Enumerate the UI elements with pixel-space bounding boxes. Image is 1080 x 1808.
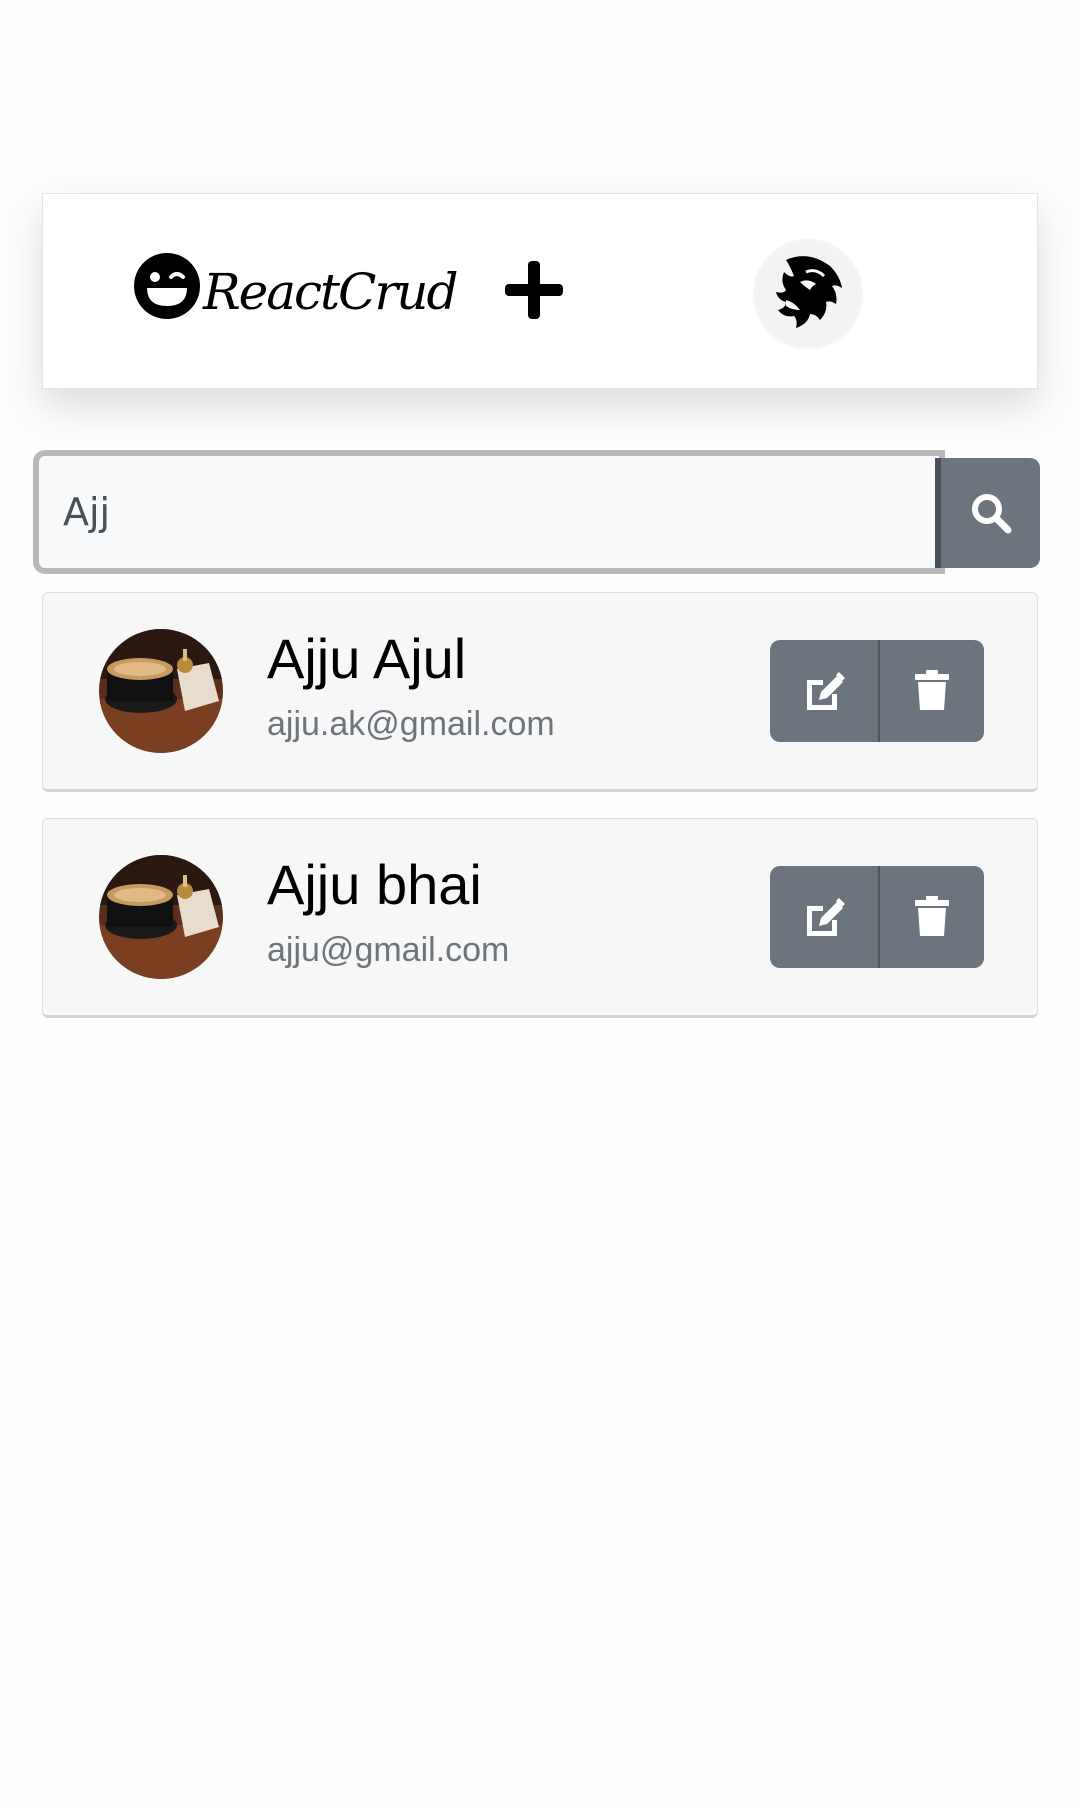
brand-text: ReactCrud [203,263,459,321]
contact-avatar [99,855,223,979]
search-bar [33,450,1040,576]
edit-contact-button[interactable] [770,640,880,742]
add-contact-button[interactable] [498,254,570,326]
brand-link[interactable]: ReactCrud [133,246,459,326]
grinning-face-icon [133,252,201,320]
contact-email: ajju.ak@gmail.com [267,705,555,743]
search-input[interactable] [33,450,945,574]
contact-card: Ajju bhai ajju@gmail.com [42,818,1038,1018]
edit-contact-button[interactable] [770,866,880,968]
contact-name: Ajju Ajul [267,627,467,690]
contact-actions [770,640,984,742]
contact-card: Ajju Ajul ajju.ak@gmail.com [42,592,1038,792]
contact-name: Ajju bhai [267,853,482,916]
plus-icon [503,259,565,321]
contact-actions [770,866,984,968]
edit-icon [801,894,847,940]
page: ReactCrud Ajj Ajju Ajul ajju.ak@gmail.co… [0,0,1080,1808]
trash-icon [909,894,955,940]
profile-avatar[interactable] [753,239,863,349]
search-button[interactable] [935,458,1040,568]
contact-avatar [99,629,223,753]
trash-icon [909,668,955,714]
delete-contact-button[interactable] [880,640,984,742]
lion-avatar-icon [756,242,860,346]
edit-icon [801,668,847,714]
search-icon [969,491,1013,535]
header-card: ReactCrud [42,193,1038,389]
contact-email: ajju@gmail.com [267,931,510,969]
delete-contact-button[interactable] [880,866,984,968]
